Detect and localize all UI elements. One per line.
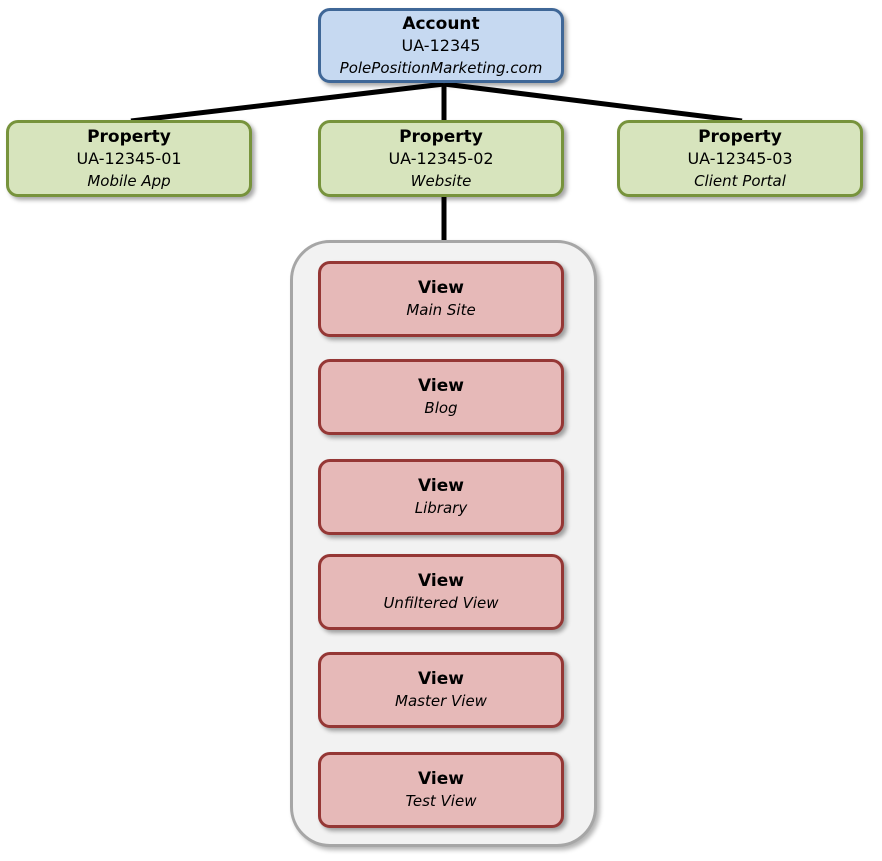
property-title: Property (87, 126, 171, 147)
view-name: Master View (395, 692, 487, 710)
property-title: Property (399, 126, 483, 147)
property-id: UA-12345-01 (76, 148, 182, 168)
view-title: View (418, 669, 464, 689)
account-id: UA-12345 (401, 35, 481, 55)
property-node: Property UA-12345-02 Website (318, 120, 564, 197)
view-name: Unfiltered View (383, 594, 499, 612)
property-title: Property (698, 126, 782, 147)
property-node: Property UA-12345-01 Mobile App (6, 120, 252, 197)
view-name: Main Site (406, 301, 476, 319)
property-name: Mobile App (87, 171, 171, 190)
property-name: Client Portal (694, 171, 786, 190)
account-name: PolePositionMarketing.com (339, 58, 543, 77)
view-node: View Blog (318, 359, 564, 435)
view-node: View Test View (318, 752, 564, 828)
property-name: Website (410, 171, 472, 190)
property-node: Property UA-12345-03 Client Portal (617, 120, 863, 197)
view-title: View (418, 769, 464, 789)
connector-account-property-1 (130, 81, 445, 124)
view-name: Test View (405, 792, 477, 810)
view-title: View (418, 571, 464, 591)
view-title: View (418, 476, 464, 496)
property-id: UA-12345-02 (388, 148, 494, 168)
connector-account-property-3 (443, 81, 743, 124)
property-id: UA-12345-03 (687, 148, 793, 168)
view-node: View Unfiltered View (318, 554, 564, 630)
view-name: Blog (424, 399, 458, 417)
view-title: View (418, 376, 464, 396)
view-node: View Master View (318, 652, 564, 728)
view-title: View (418, 278, 464, 298)
account-node: Account UA-12345 PolePositionMarketing.c… (318, 8, 564, 83)
view-node: View Library (318, 459, 564, 535)
account-title: Account (402, 13, 480, 34)
view-node: View Main Site (318, 261, 564, 337)
view-name: Library (414, 499, 468, 517)
